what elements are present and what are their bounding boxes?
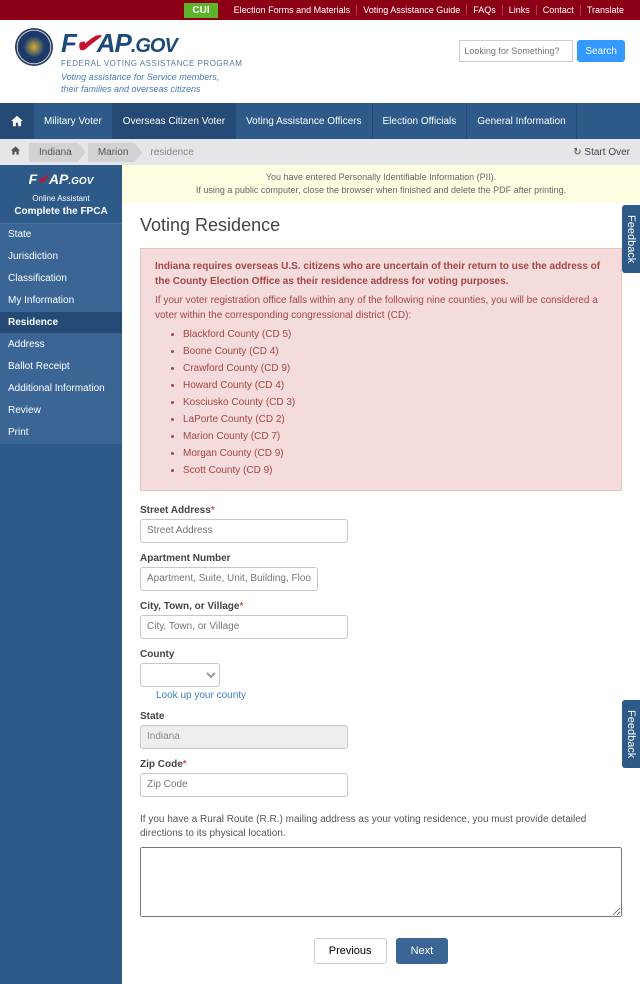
state-label: State	[140, 711, 622, 722]
county-label: County	[140, 649, 622, 660]
breadcrumb-item[interactable]: Indiana	[29, 143, 86, 162]
tagline: Voting assistance for Service members,th…	[61, 72, 459, 95]
sidebar-item[interactable]: Review	[0, 400, 122, 422]
sidebar-item[interactable]: My Information	[0, 290, 122, 312]
home-icon[interactable]	[0, 103, 34, 139]
top-link[interactable]: Election Forms and Materials	[228, 5, 358, 15]
county-list-item: Boone County (CD 4)	[183, 344, 607, 359]
nav-item[interactable]: Election Officials	[373, 103, 468, 139]
next-button[interactable]: Next	[396, 938, 449, 964]
sidebar-item[interactable]: Additional Information	[0, 378, 122, 400]
page-title: Voting Residence	[140, 215, 622, 236]
logo-subtitle: FEDERAL VOTING ASSISTANCE PROGRAM	[61, 59, 459, 68]
sidebar-item[interactable]: Residence	[0, 312, 122, 334]
county-list-item: Crawford County (CD 9)	[183, 361, 607, 376]
zip-label: Zip Code*	[140, 759, 622, 770]
city-label: City, Town, or Village*	[140, 601, 622, 612]
pii-warning: You have entered Personally Identifiable…	[122, 165, 640, 202]
nav-item[interactable]: Overseas Citizen Voter	[113, 103, 236, 139]
nav-item[interactable]: General Information	[467, 103, 576, 139]
top-link[interactable]: Translate	[581, 5, 630, 15]
county-select[interactable]	[140, 663, 220, 687]
sidebar-item[interactable]: Ballot Receipt	[0, 356, 122, 378]
alert-box: Indiana requires overseas U.S. citizens …	[140, 248, 622, 491]
sidebar-item[interactable]: Print	[0, 422, 122, 444]
breadcrumb: IndianaMarion residence ↻ Start Over	[0, 139, 640, 165]
nav-item[interactable]: Military Voter	[34, 103, 113, 139]
street-label: Street Address*	[140, 505, 622, 516]
header: F✔AP.GOV FEDERAL VOTING ASSISTANCE PROGR…	[0, 20, 640, 103]
previous-button[interactable]: Previous	[314, 938, 387, 964]
top-link[interactable]: FAQs	[467, 5, 503, 15]
county-list-item: Kosciusko County (CD 3)	[183, 395, 607, 410]
dod-seal-icon	[15, 28, 53, 66]
apt-input[interactable]	[140, 567, 318, 591]
street-input[interactable]	[140, 519, 348, 543]
top-link[interactable]: Links	[503, 5, 537, 15]
top-utility-bar: CUI Election Forms and MaterialsVoting A…	[0, 0, 640, 20]
breadcrumb-current: residence	[150, 147, 193, 158]
sidebar-item[interactable]: Jurisdiction	[0, 246, 122, 268]
county-list-item: Marion County (CD 7)	[183, 429, 607, 444]
rural-route-text: If you have a Rural Route (R.R.) mailing…	[140, 813, 622, 841]
start-over-link[interactable]: ↻ Start Over	[573, 147, 630, 158]
top-links: Election Forms and MaterialsVoting Assis…	[228, 4, 630, 16]
zip-input[interactable]	[140, 773, 348, 797]
sidebar-item[interactable]: Address	[0, 334, 122, 356]
lookup-county-link[interactable]: Look up your county	[156, 690, 246, 701]
apt-label: Apartment Number	[140, 553, 622, 564]
sidebar-item[interactable]: Classification	[0, 268, 122, 290]
nav-item[interactable]: Voting Assistance Officers	[236, 103, 372, 139]
county-list-item: Howard County (CD 4)	[183, 378, 607, 393]
top-link[interactable]: Voting Assistance Guide	[357, 5, 467, 15]
state-input	[140, 725, 348, 749]
county-list-item: Blackford County (CD 5)	[183, 327, 607, 342]
rural-route-textarea[interactable]	[140, 847, 622, 917]
main-nav: Military VoterOverseas Citizen VoterVoti…	[0, 103, 640, 139]
sidebar-item[interactable]: State	[0, 224, 122, 246]
county-list-item: Morgan County (CD 9)	[183, 446, 607, 461]
sidebar-title: Complete the FPCA	[0, 203, 122, 224]
city-input[interactable]	[140, 615, 348, 639]
cui-badge: CUI	[184, 3, 217, 18]
breadcrumb-item[interactable]: Marion	[88, 143, 143, 162]
county-list-item: Scott County (CD 9)	[183, 463, 607, 478]
search-button[interactable]: Search	[577, 40, 625, 62]
sidebar-logo: F✔AP.GOV	[0, 165, 122, 194]
breadcrumb-home-icon[interactable]	[10, 145, 21, 159]
sidebar-logo-sub: Online Assistant	[0, 194, 122, 203]
feedback-tab[interactable]: Feedback	[622, 205, 640, 273]
search-input[interactable]	[459, 40, 573, 62]
county-list-item: LaPorte County (CD 2)	[183, 412, 607, 427]
feedback-tab[interactable]: Feedback	[622, 700, 640, 768]
site-logo[interactable]: F✔AP.GOV	[61, 28, 459, 59]
top-link[interactable]: Contact	[537, 5, 581, 15]
sidebar: F✔AP.GOV Online Assistant Complete the F…	[0, 165, 122, 983]
